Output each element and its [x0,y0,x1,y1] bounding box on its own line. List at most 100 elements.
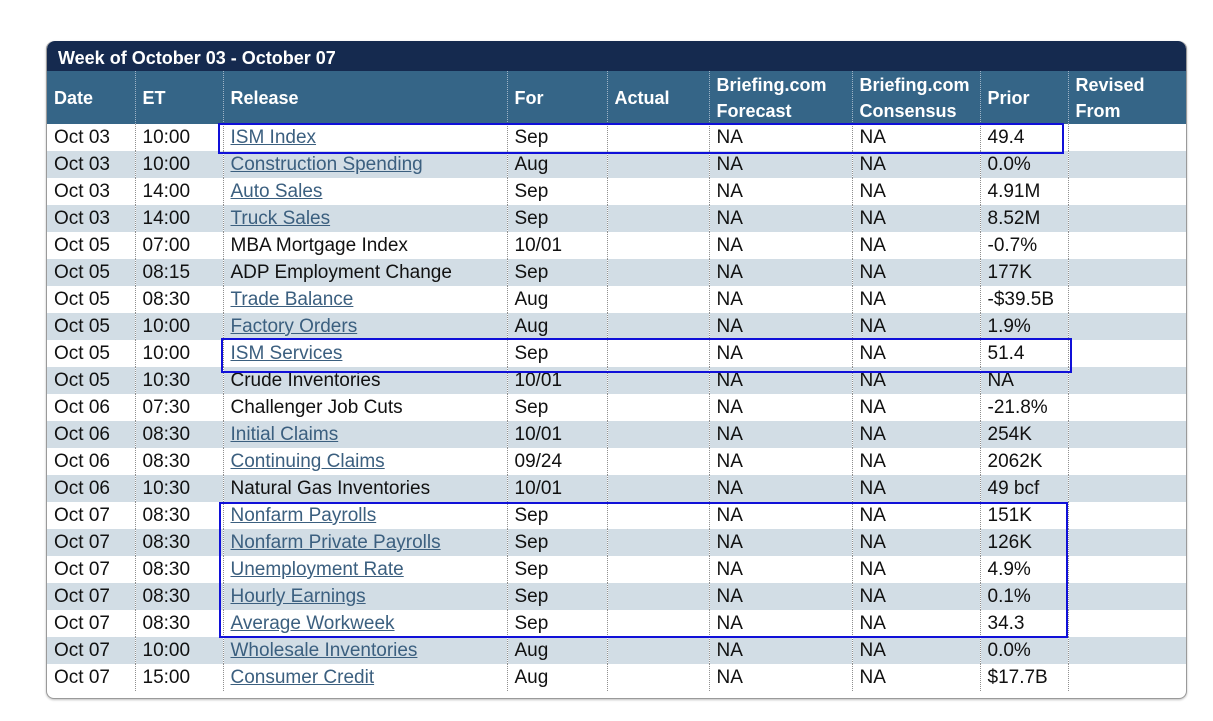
cell-release: Initial Claims [222,421,507,448]
cell-et: 10:00 [134,124,223,151]
consensus-line1: Briefing.com [859,74,970,95]
release-link[interactable]: Truck Sales [231,208,331,229]
cell-et: 14:00 [134,205,223,232]
cell-date: Oct 06 [47,448,135,475]
cell-revised [1067,664,1186,691]
release-link[interactable]: Construction Spending [231,154,423,175]
cell-et: 10:30 [134,475,223,502]
cell-revised [1067,610,1186,637]
cell-date: Oct 03 [47,205,135,232]
table-row: Oct 06 08:30 Continuing Claims 09/24 NA NA 206… [47,448,1186,475]
cell-release: Unemployment Rate [222,556,507,583]
cell-date: Oct 05 [47,367,135,394]
cell-et: 10:00 [134,637,223,664]
cell-forecast: NA [708,178,852,205]
cell-for: Sep [506,205,607,232]
cell-prior: 51.4 [979,340,1068,367]
release-link[interactable]: Trade Balance [231,289,354,310]
cell-revised [1067,421,1186,448]
release-link[interactable]: ISM Services [231,343,343,364]
release-link[interactable]: Average Workweek [231,613,395,634]
col-header-actual: Actual [606,71,709,124]
cell-revised [1067,178,1186,205]
cell-consensus: NA [851,664,980,691]
cell-forecast: NA [708,664,852,691]
cell-release: MBA Mortgage Index [222,232,507,259]
table-row: Oct 05 10:00 ISM Services Sep NA NA 51.4 [47,340,1186,367]
cell-date: Oct 05 [47,313,135,340]
cell-release: ISM Index [222,124,507,151]
cell-for: Sep [506,610,607,637]
cell-date: Oct 05 [47,259,135,286]
cell-prior: 0.1% [979,583,1068,610]
cell-actual [606,205,709,232]
cell-revised [1067,124,1186,151]
cell-actual [606,394,709,421]
cell-actual [606,637,709,664]
cell-forecast: NA [708,259,852,286]
cell-release: Factory Orders [222,313,507,340]
release-link[interactable]: Continuing Claims [231,451,385,472]
cell-et: 08:30 [134,286,223,313]
release-link[interactable]: Nonfarm Private Payrolls [231,532,441,553]
header-row: Date ET Release For Actual Briefing.com F… [47,71,1186,124]
release-link[interactable]: Initial Claims [231,424,339,445]
cell-forecast: NA [708,286,852,313]
cell-actual [606,178,709,205]
cell-prior: 2062K [979,448,1068,475]
cell-prior: -0.7% [979,232,1068,259]
cell-et: 08:30 [134,556,223,583]
cell-revised [1067,394,1186,421]
cell-release: ADP Employment Change [222,259,507,286]
cell-consensus: NA [851,340,980,367]
cell-et: 08:15 [134,259,223,286]
cell-et: 08:30 [134,610,223,637]
cell-prior: -$39.5B [979,286,1068,313]
release-link[interactable]: ISM Index [231,127,317,148]
table-row: Oct 05 08:15 ADP Employment Change Sep NA NA 1… [47,259,1186,286]
cell-revised [1067,313,1186,340]
cell-for: 09/24 [506,448,607,475]
cell-actual [606,151,709,178]
cell-et: 10:00 [134,313,223,340]
cell-revised [1067,286,1186,313]
cell-consensus: NA [851,610,980,637]
cell-release: Nonfarm Private Payrolls [222,529,507,556]
cell-date: Oct 05 [47,340,135,367]
economic-calendar-table: Date ET Release For Actual Briefing.com F… [47,71,1186,691]
cell-et: 07:00 [134,232,223,259]
cell-et: 08:30 [134,529,223,556]
cell-et: 15:00 [134,664,223,691]
table-row: Oct 03 10:00 Construction Spending Aug NA NA 0… [47,151,1186,178]
cell-for: 10/01 [506,421,607,448]
cell-et: 08:30 [134,583,223,610]
cell-for: Sep [506,529,607,556]
release-link[interactable]: Unemployment Rate [231,559,404,580]
release-link[interactable]: Wholesale Inventories [231,640,418,661]
col-header-consensus: Briefing.com Consensus [851,71,980,124]
cell-date: Oct 06 [47,421,135,448]
cell-revised [1067,502,1186,529]
cell-prior: -21.8% [979,394,1068,421]
cell-for: 10/01 [506,232,607,259]
release-link[interactable]: Factory Orders [231,316,358,337]
cell-date: Oct 07 [47,502,135,529]
release-link[interactable]: Hourly Earnings [231,586,366,607]
cell-date: Oct 07 [47,610,135,637]
cell-actual [606,313,709,340]
cell-date: Oct 07 [47,637,135,664]
cell-forecast: NA [708,151,852,178]
release-link[interactable]: Auto Sales [231,181,323,202]
cell-actual [606,124,709,151]
forecast-line2: Forecast [716,100,792,121]
release-link[interactable]: Consumer Credit [231,667,375,688]
cell-consensus: NA [851,124,980,151]
cell-consensus: NA [851,259,980,286]
cell-forecast: NA [708,367,852,394]
cell-actual [606,664,709,691]
table-row: Oct 07 08:30 Nonfarm Private Payrolls Sep NA… [47,529,1186,556]
release-link[interactable]: Nonfarm Payrolls [231,505,377,526]
cell-release: ISM Services [222,340,507,367]
cell-release: Auto Sales [222,178,507,205]
cell-revised [1067,529,1186,556]
